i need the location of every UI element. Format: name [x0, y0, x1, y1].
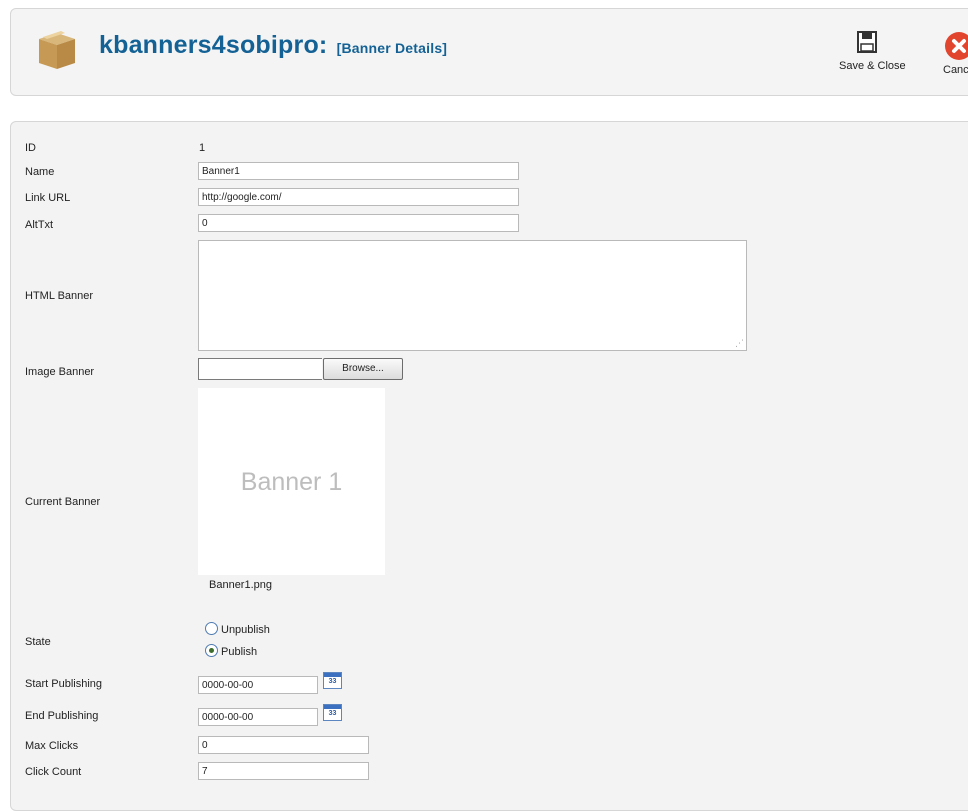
- html-banner-textarea[interactable]: ⋰: [198, 240, 747, 351]
- alt-txt-label: AltTxt: [25, 219, 54, 231]
- start-calendar-icon[interactable]: 33: [323, 672, 342, 689]
- image-banner-label: Image Banner: [25, 366, 95, 378]
- end-calendar-icon[interactable]: 33: [323, 704, 342, 721]
- name-label: Name: [25, 166, 55, 178]
- click-count-label: Click Count: [25, 766, 82, 778]
- page-subtitle: [Banner Details]: [336, 40, 448, 56]
- unpublish-label[interactable]: Unpublish: [221, 624, 270, 636]
- cancel-label: Cancel: [943, 64, 968, 76]
- resize-grip-icon[interactable]: ⋰: [735, 339, 744, 348]
- save-close-label: Save & Close: [839, 60, 906, 72]
- page-title-text: kbanners4sobipro:: [99, 31, 328, 59]
- page-title: kbanners4sobipro: [Banner Details]: [99, 31, 447, 60]
- current-banner-image: Banner 1: [198, 388, 385, 575]
- link-url-input[interactable]: [198, 188, 519, 206]
- publish-radio[interactable]: [205, 644, 218, 657]
- current-banner-label: Current Banner: [25, 496, 101, 508]
- state-label: State: [25, 636, 51, 648]
- banner-image-text: Banner 1: [240, 468, 343, 496]
- start-publishing-input[interactable]: [198, 676, 318, 694]
- banner-filename: Banner1.png: [209, 579, 272, 591]
- link-url-label: Link URL: [25, 192, 71, 204]
- end-publishing-label: End Publishing: [25, 710, 99, 722]
- unpublish-radio[interactable]: [205, 622, 218, 635]
- max-clicks-input[interactable]: [198, 736, 369, 754]
- toolbar-header: kbanners4sobipro: [Banner Details] Save …: [10, 8, 968, 96]
- banner-details-form: ID 1 Name Link URL AltTxt HTML Banner ⋰ …: [10, 121, 968, 811]
- start-publishing-label: Start Publishing: [25, 678, 103, 690]
- end-publishing-input[interactable]: [198, 708, 318, 726]
- alt-txt-input[interactable]: [198, 214, 519, 232]
- browse-button[interactable]: Browse...: [323, 358, 403, 380]
- html-banner-label: HTML Banner: [25, 290, 94, 302]
- max-clicks-label: Max Clicks: [25, 740, 79, 752]
- id-value: 1: [199, 142, 206, 154]
- end-calendar-text: 33: [328, 710, 337, 717]
- id-label: ID: [25, 142, 36, 154]
- package-box-icon: [39, 31, 75, 69]
- floppy-disk-icon: [857, 31, 877, 53]
- cancel-x-icon: [945, 32, 968, 60]
- image-file-input[interactable]: [198, 358, 322, 380]
- cancel-button[interactable]: Cancel: [929, 31, 968, 76]
- start-calendar-text: 33: [328, 678, 337, 685]
- save-close-button[interactable]: Save & Close: [825, 31, 909, 72]
- name-input[interactable]: [198, 162, 519, 180]
- click-count-input[interactable]: [198, 762, 369, 780]
- publish-label[interactable]: Publish: [221, 646, 257, 658]
